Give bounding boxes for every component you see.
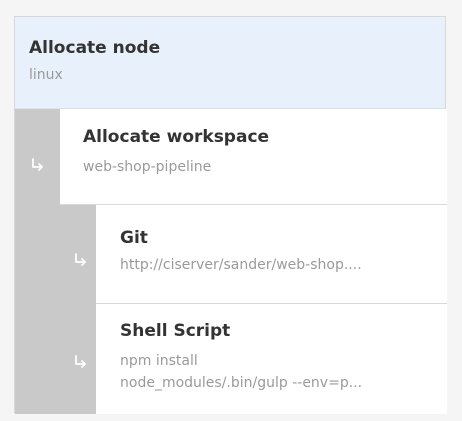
step-subtitle: http://ciserver/sander/web-shop.... [120, 257, 362, 273]
step-shell-script[interactable]: Shell Script npm install node_modules/.b… [96, 304, 447, 414]
pipeline-frame: Allocate node linux Allocate workspace w… [0, 0, 462, 421]
subdirectory-arrow-right-icon [30, 158, 46, 172]
step-allocate-node[interactable]: Allocate node linux [15, 17, 445, 109]
step-subtitle: linux [29, 67, 63, 83]
step-command-line-2: node_modules/.bin/gulp --env=p... [120, 375, 363, 391]
pipeline-steps-panel: Allocate node linux Allocate workspace w… [14, 16, 447, 414]
step-allocate-workspace[interactable]: Allocate workspace web-shop-pipeline [60, 109, 447, 205]
step-title: Shell Script [120, 321, 231, 341]
step-git[interactable]: Git http://ciserver/sander/web-shop.... [96, 205, 447, 304]
step-command-line-1: npm install [120, 353, 198, 369]
nesting-rail-level-2 [60, 205, 96, 414]
nesting-rail-level-1 [15, 109, 60, 414]
subdirectory-arrow-right-icon [73, 355, 89, 369]
step-title: Git [120, 228, 148, 248]
step-title: Allocate workspace [83, 127, 270, 147]
subdirectory-arrow-right-icon [73, 253, 89, 267]
step-title: Allocate node [29, 38, 161, 58]
step-subtitle: web-shop-pipeline [83, 159, 212, 175]
